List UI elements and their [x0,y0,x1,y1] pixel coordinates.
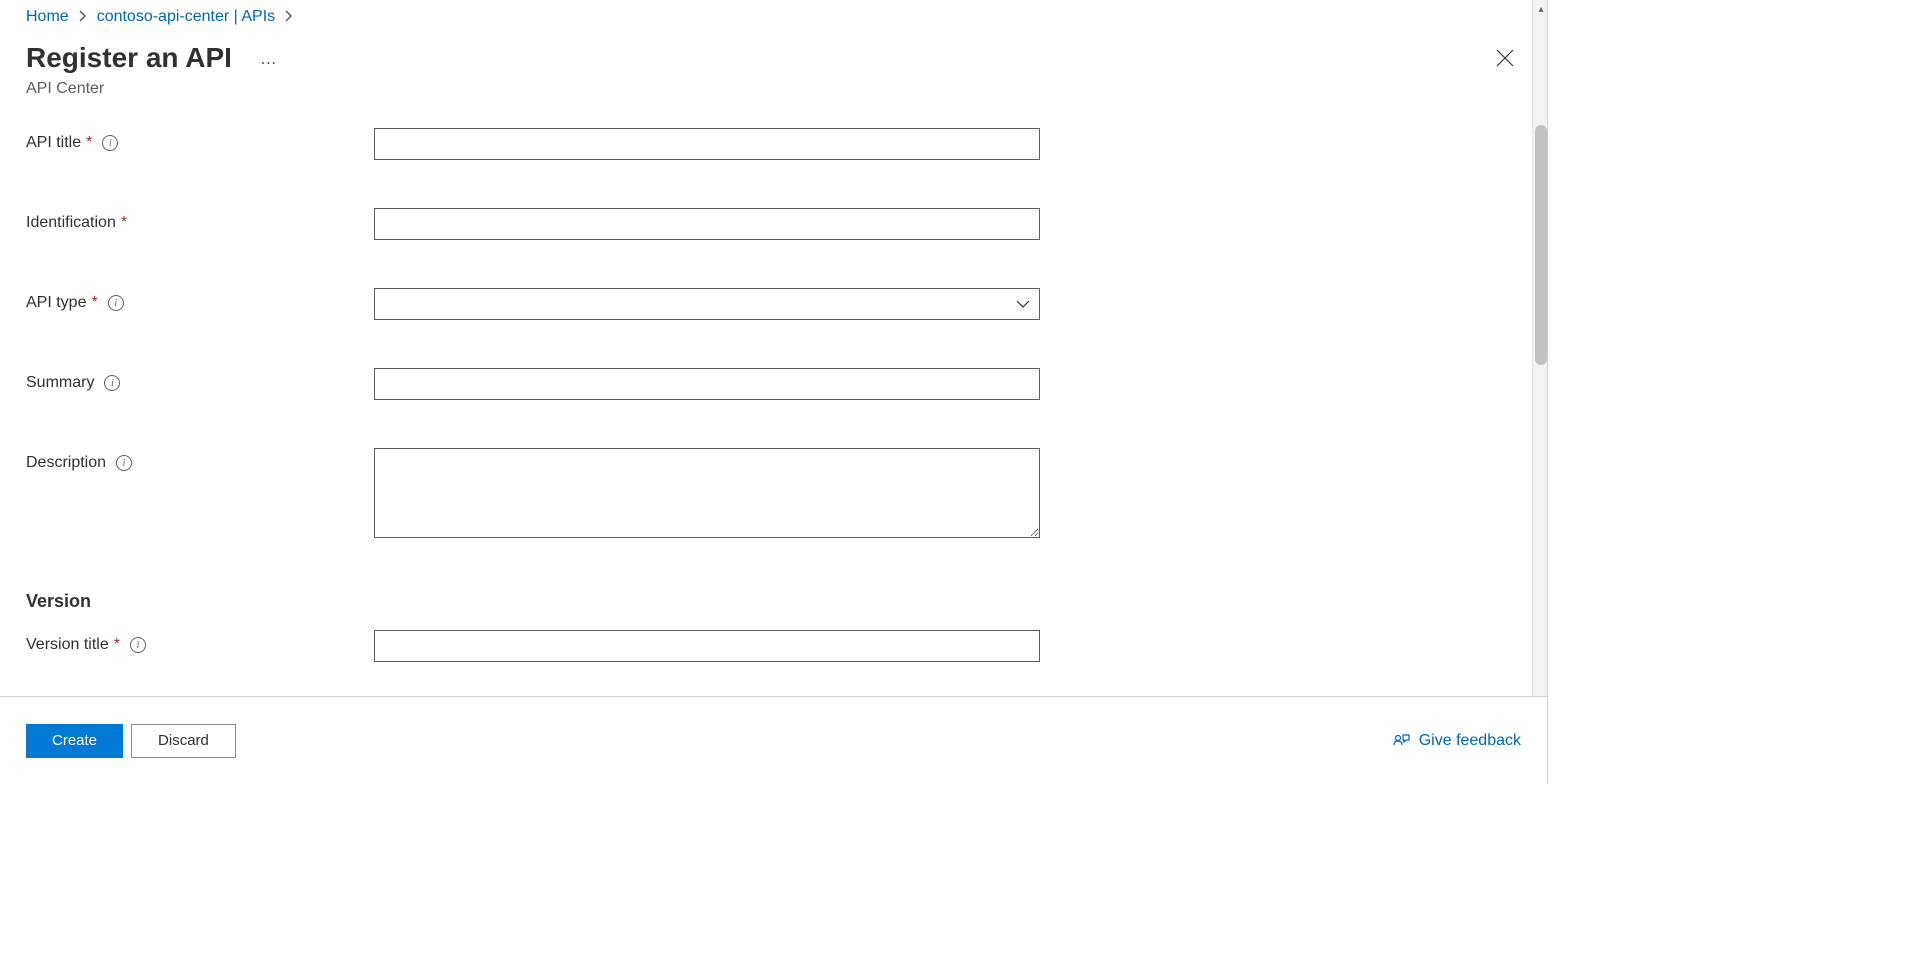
more-actions-button[interactable]: ⋯ [260,53,278,73]
field-identification: Identification* [26,208,1521,240]
api-type-label: API type* i [26,288,374,312]
create-button[interactable]: Create [26,724,123,758]
field-api-title: API title* i [26,128,1521,160]
required-indicator: * [91,294,97,312]
close-button[interactable] [1491,44,1519,72]
required-indicator: * [121,214,127,232]
close-icon [1496,49,1514,67]
api-title-input[interactable] [374,128,1040,160]
info-icon[interactable]: i [116,455,132,471]
api-title-label: API title* i [26,128,374,152]
identification-label: Identification* [26,208,374,232]
footer: Create Discard Give feedback [0,696,1547,784]
scrollbar[interactable]: ▴ ▾ [1532,0,1548,784]
summary-label: Summary i [26,368,374,392]
page-header: Register an API ⋯ [0,30,1547,78]
page-subtitle: API Center [0,78,1547,118]
scrollbar-thumb[interactable] [1535,125,1547,365]
version-section-heading: Version [26,591,1521,612]
discard-button[interactable]: Discard [131,724,236,758]
field-api-type: API type* i [26,288,1521,320]
info-icon[interactable]: i [130,637,146,653]
identification-input[interactable] [374,208,1040,240]
give-feedback-link[interactable]: Give feedback [1393,732,1521,750]
breadcrumb-home-link[interactable]: Home [26,8,69,26]
version-title-input[interactable] [374,630,1040,662]
info-icon[interactable]: i [108,295,124,311]
description-textarea[interactable] [374,448,1040,538]
required-indicator: * [86,134,92,152]
field-description: Description i [26,448,1521,543]
summary-input[interactable] [374,368,1040,400]
page-title: Register an API [26,42,232,74]
breadcrumb: Home contoso-api-center | APIs [0,0,1547,30]
description-label: Description i [26,448,374,472]
form-content: API title* i Identification* API type* [0,118,1547,720]
chevron-right-icon [285,10,293,25]
version-title-label: Version title* i [26,630,374,654]
info-icon[interactable]: i [104,375,120,391]
breadcrumb-center-link[interactable]: contoso-api-center | APIs [97,8,275,26]
required-indicator: * [114,636,120,654]
api-type-select[interactable] [374,288,1040,320]
field-summary: Summary i [26,368,1521,400]
feedback-icon [1393,732,1411,750]
scrollbar-up-arrow-icon[interactable]: ▴ [1533,0,1548,18]
field-version-title: Version title* i [26,630,1521,662]
chevron-right-icon [79,10,87,25]
info-icon[interactable]: i [102,135,118,151]
